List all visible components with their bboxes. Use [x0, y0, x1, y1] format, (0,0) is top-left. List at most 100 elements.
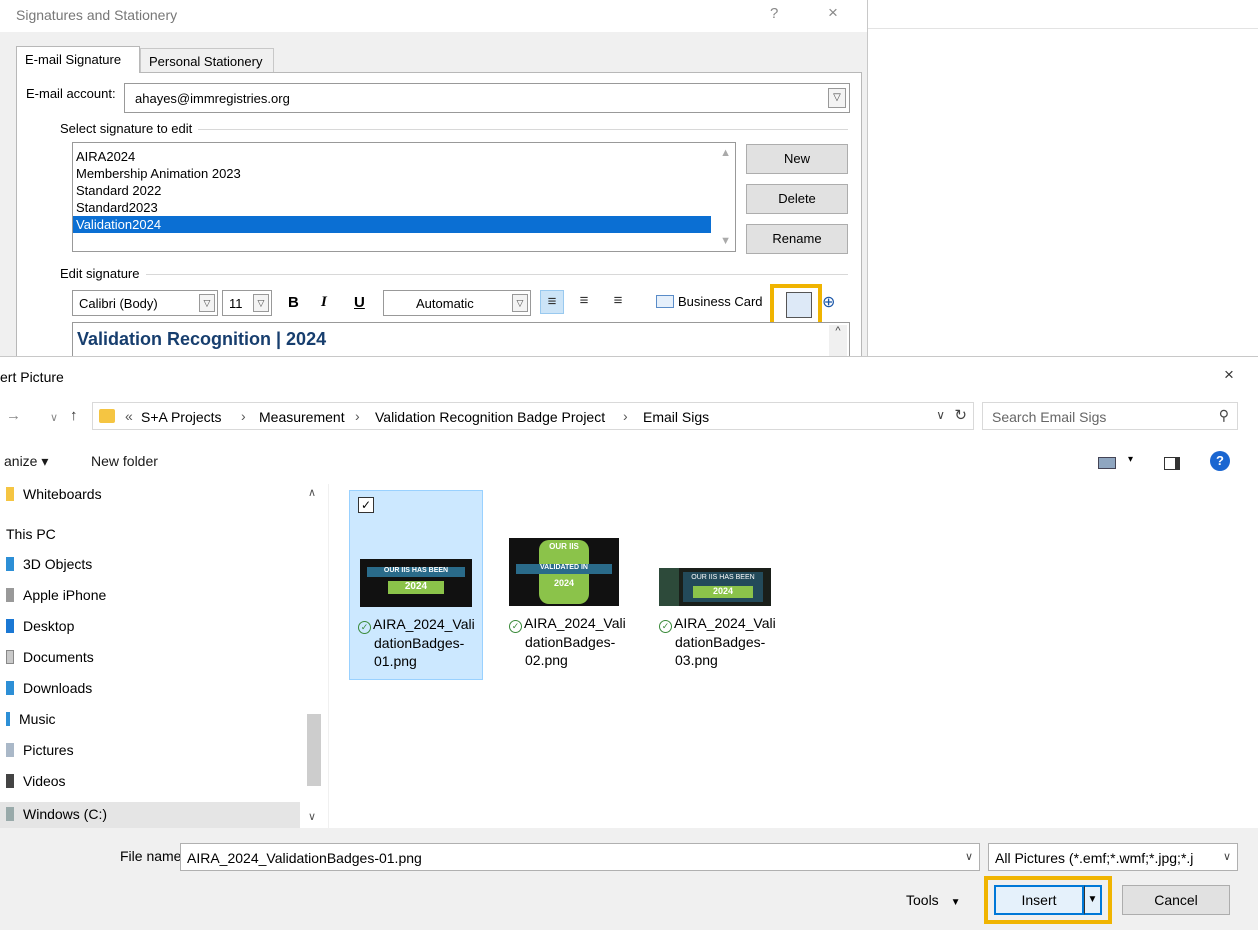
file-tile-03[interactable]: OUR IIS HAS BEEN 2024 ✓ AIRA_2024_Vali dat… [651, 490, 785, 680]
signature-editor[interactable]: Validation Recognition | 2024 ^ [72, 322, 850, 356]
scroll-up-icon[interactable]: ∧ [308, 486, 316, 499]
file-thumbnail: OUR IIS HAS BEEN 2024 [659, 568, 771, 606]
account-select[interactable]: ahayes@immregistries.org ▽ [124, 83, 850, 113]
file-name-part: 01.png [374, 653, 417, 669]
checkbox-checked[interactable]: ✓ [358, 497, 374, 513]
file-name-part: AIRA_2024_Vali [373, 616, 475, 632]
close-icon[interactable]: × [1224, 365, 1234, 385]
dialog-footer: File name: AIRA_2024_ValidationBadges-01… [0, 828, 1258, 930]
list-item[interactable]: Membership Animation 2023 [73, 165, 711, 182]
chevron-down-icon[interactable]: ▽ [828, 88, 846, 108]
sig-close-button[interactable]: × [828, 3, 838, 23]
align-center-icon[interactable]: ≡ [572, 290, 596, 314]
nav-item-documents[interactable]: Documents [6, 649, 306, 675]
navigation-pane: Whiteboards This PC 3D Objects Apple iPh… [0, 484, 328, 828]
file-thumbnail: OUR IIS VALIDATED IN 2024 [509, 538, 619, 606]
insert-picture-icon[interactable] [786, 292, 812, 318]
address-bar[interactable]: « S+A Projects › Measurement › Validatio… [92, 402, 974, 430]
tools-button[interactable]: Tools ▼ [906, 892, 960, 908]
color-select[interactable]: Automatic ▽ [383, 290, 531, 316]
up-arrow-icon[interactable]: ↑ [70, 407, 78, 424]
sig-dialog-title: Signatures and Stationery [16, 7, 178, 23]
tab-personal-stationery[interactable]: Personal Stationery [140, 48, 274, 72]
help-icon[interactable]: ? [1210, 451, 1230, 471]
refresh-icon[interactable]: ↻ [954, 406, 967, 424]
chevron-down-icon[interactable]: ∨ [1223, 850, 1231, 863]
nav-item-whiteboards[interactable]: Whiteboards [6, 486, 306, 512]
chevron-down-icon[interactable]: ▽ [253, 294, 269, 312]
preview-pane-icon[interactable] [1164, 457, 1180, 470]
nav-item-windows-c[interactable]: Windows (C:) [0, 802, 300, 828]
file-name-input[interactable]: AIRA_2024_ValidationBadges-01.png ∨ [180, 843, 980, 871]
breadcrumb-item[interactable]: Email Sigs [643, 409, 709, 425]
breadcrumb-item[interactable]: Validation Recognition Badge Project [375, 409, 605, 425]
cancel-button[interactable]: Cancel [1122, 885, 1230, 915]
rename-button[interactable]: Rename [746, 224, 848, 254]
file-thumbnail: OUR IIS HAS BEEN 2024 [360, 559, 472, 607]
new-folder-button[interactable]: New folder [91, 453, 158, 469]
insert-button[interactable]: Insert [994, 885, 1084, 915]
forward-icon[interactable]: → [6, 407, 21, 424]
scroll-thumb[interactable] [307, 714, 321, 786]
nav-item-this-pc[interactable]: This PC [6, 526, 306, 552]
account-value: ahayes@immregistries.org [135, 91, 290, 106]
scroll-down-icon[interactable]: ∨ [308, 810, 316, 823]
list-item-selected[interactable]: Validation2024 [73, 216, 711, 233]
breadcrumb-overflow[interactable]: « [125, 408, 133, 424]
breadcrumb-item[interactable]: Measurement [259, 409, 345, 425]
chevron-down-icon[interactable]: ∨ [936, 408, 945, 422]
align-right-icon[interactable]: ≡ [606, 290, 630, 314]
view-options-icon[interactable] [1098, 457, 1116, 469]
nav-item-3d-objects[interactable]: 3D Objects [6, 556, 306, 582]
signature-list[interactable]: AIRA2024 Membership Animation 2023 Stand… [72, 142, 736, 252]
tab-email-signature[interactable]: E-mail Signature [16, 46, 140, 73]
sync-check-icon: ✓ [358, 621, 371, 634]
file-type-filter[interactable]: All Pictures (*.emf;*.wmf;*.jpg;*.j ∨ [988, 843, 1238, 871]
file-tile-02[interactable]: OUR IIS VALIDATED IN 2024 ✓ AIRA_2024_Val… [501, 490, 635, 680]
file-tile-01[interactable]: ✓ OUR IIS HAS BEEN 2024 ✓ AIRA_2024_Vali d… [349, 490, 483, 680]
scroll-up-icon[interactable]: ^ [829, 325, 847, 356]
list-item[interactable]: Standard 2022 [73, 182, 711, 199]
scroll-up-icon[interactable]: ▲ [720, 147, 731, 159]
business-card-button[interactable]: Business Card [656, 294, 763, 309]
search-input[interactable]: Search Email Sigs ⚲ [982, 402, 1238, 430]
file-name-part: dationBadges- [675, 634, 766, 650]
bold-button[interactable]: B [288, 294, 299, 311]
hyperlink-icon[interactable]: ⊕ [822, 292, 835, 312]
chevron-down-icon[interactable]: ▾ [1128, 454, 1133, 465]
insert-picture-dialog: ert Picture × → ∨ ↑ « S+A Projects › Mea… [0, 356, 1258, 930]
scroll-down-icon[interactable]: ▼ [720, 235, 731, 247]
nav-item-pictures[interactable]: Pictures [6, 742, 306, 768]
nav-item-apple-iphone[interactable]: Apple iPhone [6, 587, 306, 613]
new-button[interactable]: New [746, 144, 848, 174]
italic-button[interactable]: I [321, 294, 327, 311]
nav-item-desktop[interactable]: Desktop [6, 618, 306, 644]
file-name: ✓ AIRA_2024_Vali dationBadges- 01.png [358, 615, 480, 670]
chevron-right-icon: › [623, 408, 628, 424]
tab-label: Personal Stationery [149, 54, 263, 69]
underline-button[interactable]: U [354, 294, 365, 311]
caret-down-icon[interactable]: ▼ [1084, 885, 1102, 915]
list-item[interactable]: AIRA2024 [73, 148, 711, 165]
size-select[interactable]: 11 ▽ [222, 290, 272, 316]
chevron-down-icon[interactable]: ▽ [512, 294, 528, 312]
list-item[interactable]: Standard2023 [73, 199, 711, 216]
divider [140, 274, 848, 275]
nav-item-videos[interactable]: Videos [6, 773, 306, 799]
font-select[interactable]: Calibri (Body) ▽ [72, 290, 218, 316]
nav-scrollbar[interactable]: ∧ ∨ [304, 484, 324, 828]
pictures-icon [6, 743, 14, 757]
account-label: E-mail account: [26, 86, 116, 101]
breadcrumb-item[interactable]: S+A Projects [141, 409, 222, 425]
chevron-down-icon[interactable]: ∨ [965, 850, 973, 863]
nav-item-downloads[interactable]: Downloads [6, 680, 306, 706]
chevron-down-icon[interactable]: ∨ [50, 411, 58, 424]
nav-item-music[interactable]: Music [6, 711, 306, 737]
delete-button[interactable]: Delete [746, 184, 848, 214]
nav-label: This PC [6, 526, 56, 542]
align-left-icon[interactable]: ≡ [540, 290, 564, 314]
chevron-down-icon[interactable]: ▽ [199, 294, 215, 312]
help-button[interactable]: ? [770, 5, 778, 22]
organize-button[interactable]: anize ▾ [4, 453, 48, 470]
sync-check-icon: ✓ [509, 620, 522, 633]
